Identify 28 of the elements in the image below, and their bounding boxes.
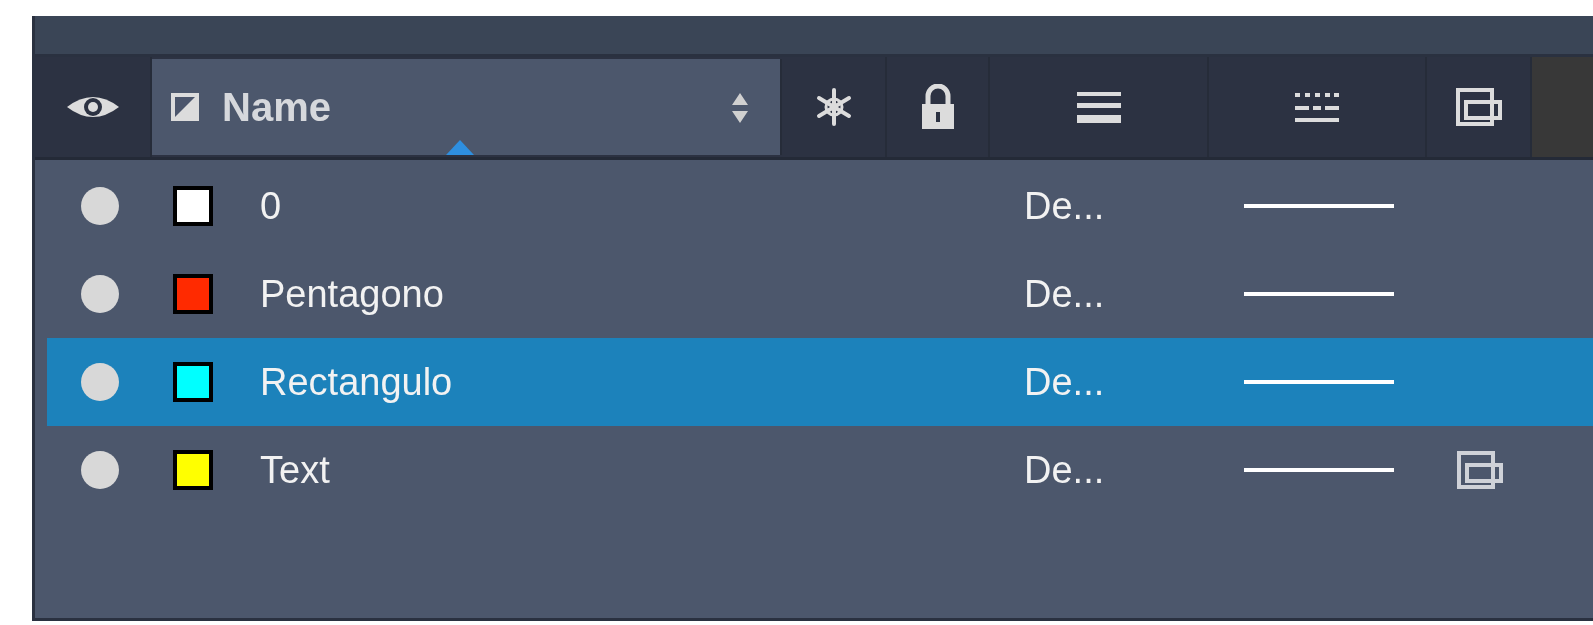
- layer-color-swatch[interactable]: [173, 274, 213, 314]
- name-column-header[interactable]: Name: [152, 59, 782, 155]
- visibility-dot-icon[interactable]: [80, 363, 119, 401]
- layer-name: Text: [260, 448, 330, 492]
- visibility-dot-icon[interactable]: [80, 275, 119, 313]
- overlapping-rectangles-icon[interactable]: [1456, 451, 1503, 489]
- layer-row[interactable]: Rectangulo De...: [47, 338, 1593, 426]
- sort-ascending-icon: [444, 139, 476, 155]
- lineweight-value: De...: [1024, 272, 1105, 316]
- overlapping-rectangles-icon[interactable]: [1455, 88, 1502, 126]
- layer-name: Pentagono: [260, 272, 444, 316]
- visibility-dot-icon[interactable]: [80, 451, 119, 489]
- lock-icon[interactable]: [920, 84, 955, 130]
- layer-color-swatch[interactable]: [173, 186, 213, 226]
- lineweight-icon[interactable]: [1076, 90, 1121, 124]
- lineweight-value: De...: [1024, 184, 1105, 228]
- lineweight-value: De...: [1024, 360, 1105, 404]
- layer-color-swatch[interactable]: [173, 362, 213, 402]
- layer-row[interactable]: Pentagono De...: [47, 250, 1593, 338]
- layer-name: Rectangulo: [260, 360, 453, 404]
- layer-name: 0: [260, 184, 282, 228]
- visibility-dot-icon[interactable]: [80, 187, 119, 225]
- lineweight-value: De...: [1024, 448, 1105, 492]
- layer-color-swatch[interactable]: [173, 450, 213, 490]
- layer-row[interactable]: 0 De...: [47, 162, 1593, 250]
- layer-row[interactable]: Text De...: [47, 426, 1593, 514]
- linetype-icon[interactable]: [1295, 91, 1339, 123]
- color-swatch-icon: [170, 92, 200, 122]
